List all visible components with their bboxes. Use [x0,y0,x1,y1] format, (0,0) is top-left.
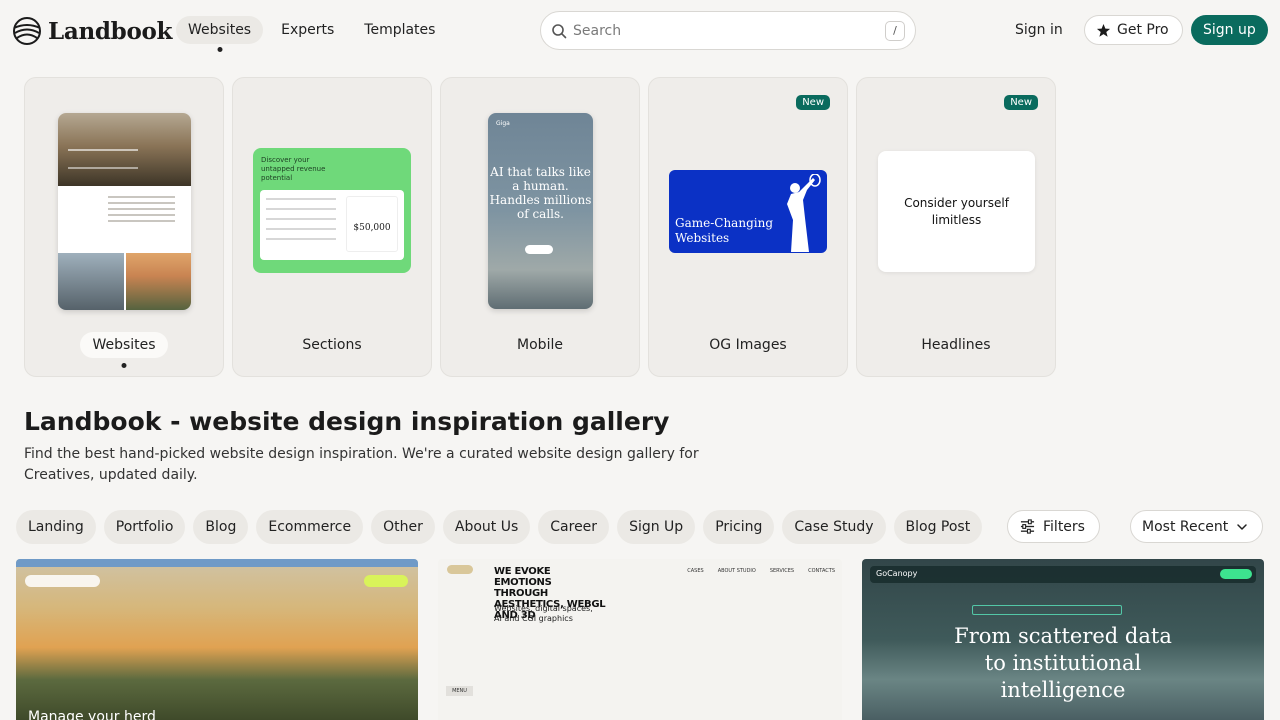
mobile-thumbnail: Giga AI that talks like a human. Handles… [488,113,593,309]
mobile-thumb-logo: Giga [496,120,510,127]
sign-up-button[interactable]: Sign up [1191,15,1268,45]
search-input[interactable] [573,22,885,39]
sort-dropdown[interactable]: Most Recent [1130,510,1264,543]
new-badge: New [796,95,830,110]
category-label-sections: Sections [302,337,362,353]
page-description: Find the best hand-picked website design… [24,446,699,483]
gallery-item-nav-link: SERVICES [769,568,795,574]
og-images-thumbnail: Game-Changing Websites [669,170,827,253]
get-pro-button[interactable]: Get Pro [1084,15,1183,45]
search-icon [552,23,567,38]
gallery-item-nav-link: CONTACTS [808,568,835,574]
category-card-mobile[interactable]: Giga AI that talks like a human. Handles… [440,77,640,377]
nav-experts[interactable]: Experts [269,16,346,44]
sections-thumb-value: $50,000 [346,196,398,252]
get-pro-label: Get Pro [1117,22,1169,38]
tag-sign-up[interactable]: Sign Up [617,510,696,544]
website-gallery: Manage your herd WE EVOKE EMOTIONS THROU… [16,559,1264,720]
tag-about-us[interactable]: About Us [442,510,531,544]
category-label-websites: Websites [80,332,168,358]
tag-blog-post[interactable]: Blog Post [893,510,983,544]
brand-name: Landbook [48,17,173,45]
headline-thumb-text: Consider yourself limitless [878,151,1035,272]
gallery-item[interactable]: WE EVOKE EMOTIONS THROUGH AESTHETICS, WE… [438,559,842,720]
gallery-item-menu: MENU [446,686,473,696]
gallery-item-subtitle: Websites, digital spaces, AI and CGI gra… [494,604,593,623]
category-label-og-images: OG Images [709,337,787,353]
mobile-thumb-text: AI that talks like a human. Handles mill… [489,165,592,221]
tag-pricing[interactable]: Pricing [703,510,775,544]
sections-thumb-title: Discover your untapped revenue potential [261,156,326,182]
tennis-player-figure [787,174,821,252]
top-header: Landbook Websites Experts Templates / Si… [0,0,1280,60]
gallery-item[interactable]: Manage your herd [16,559,418,720]
gallery-item-nav: CASES ABOUT STUDIO SERVICES CONTACTS [687,568,835,574]
gallery-item-headline: From scattered data to institutional int… [954,624,1172,702]
tag-ecommerce[interactable]: Ecommerce [256,510,364,544]
category-card-og-images[interactable]: New Game-Changing Websites OG Images [648,77,848,377]
tag-case-study[interactable]: Case Study [782,510,886,544]
landbook-logo-icon [13,17,41,45]
gallery-item-headline: Manage your herd [28,709,156,720]
category-card-headlines[interactable]: New Consider yourself limitless Headline… [856,77,1056,377]
tag-blog[interactable]: Blog [193,510,249,544]
tag-career[interactable]: Career [538,510,610,544]
filters-button[interactable]: Filters [1007,510,1100,543]
category-cards: Websites Discover your untapped revenue … [24,77,1056,377]
nav-websites[interactable]: Websites [176,16,264,44]
tag-other[interactable]: Other [371,510,435,544]
gallery-item-nav-link: ABOUT STUDIO [717,568,756,574]
main-nav: Websites Experts Templates [176,16,447,44]
gallery-item-nav-link: CASES [687,568,704,574]
gallery-item[interactable]: GoCanopy From scattered data to institut… [862,559,1264,720]
sliders-icon [1020,519,1035,534]
search-shortcut-key: / [885,20,905,41]
filters-label: Filters [1043,518,1085,535]
nav-templates[interactable]: Templates [352,16,447,44]
tag-portfolio[interactable]: Portfolio [103,510,186,544]
sign-in-link[interactable]: Sign in [1007,16,1071,44]
page-title: Landbook - website design inspiration ga… [24,407,670,436]
star-icon [1096,23,1111,37]
sort-selected-value: Most Recent [1142,518,1229,535]
search-box: / [540,11,916,50]
landbook-logo[interactable]: Landbook [12,16,172,46]
category-label-headlines: Headlines [921,337,991,353]
tag-landing[interactable]: Landing [16,510,96,544]
category-label-mobile: Mobile [517,337,563,353]
chevron-down-icon [1237,523,1248,530]
gallery-item-logo: GoCanopy [876,569,918,578]
tag-filter-row: Landing Portfolio Blog Ecommerce Other A… [16,510,1006,544]
new-badge: New [1004,95,1038,110]
category-card-sections[interactable]: Discover your untapped revenue potential… [232,77,432,377]
sections-thumbnail: Discover your untapped revenue potential… [253,148,411,273]
websites-thumbnail [58,113,191,310]
category-card-websites[interactable]: Websites [24,77,224,377]
